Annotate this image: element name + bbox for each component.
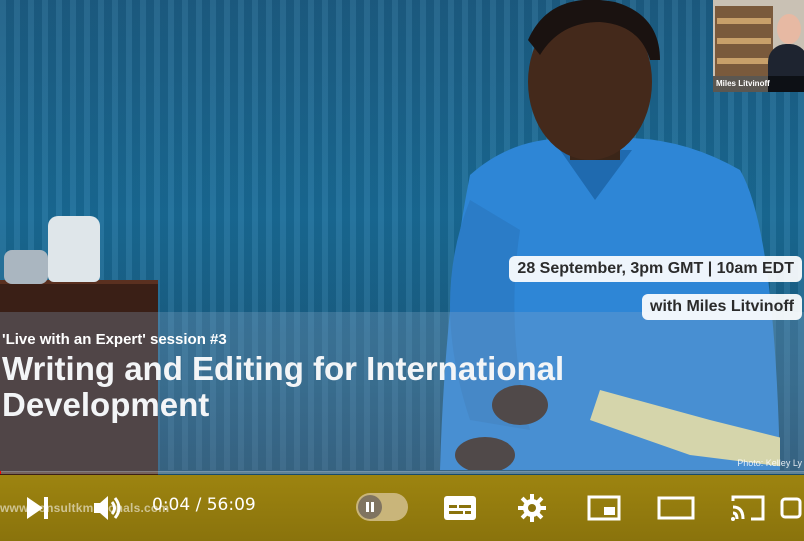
duration: 56:09 <box>206 495 256 515</box>
photo-credit: Photo: Kelley Ly <box>737 458 802 468</box>
autoplay-toggle[interactable] <box>356 493 408 521</box>
subtitles-icon <box>444 496 476 520</box>
miniplayer-button[interactable] <box>585 475 623 541</box>
theater-mode-button[interactable] <box>656 475 696 541</box>
speaker-thumbnail: Miles Litvinoff <box>713 0 804 92</box>
progress-fill <box>0 471 1 474</box>
time-separator: / <box>190 495 207 515</box>
speaker-name: Miles Litvinoff <box>713 76 804 92</box>
session-label: 'Live with an Expert' session #3 <box>2 331 227 348</box>
subtitles-button[interactable] <box>441 475 479 541</box>
jar <box>48 216 100 282</box>
presenter-label: with Miles Litvinoff <box>642 294 802 320</box>
video-frame[interactable]: 28 September, 3pm GMT | 10am EDT with Mi… <box>0 0 804 541</box>
gear-icon <box>518 494 546 522</box>
progress-bar[interactable] <box>0 471 804 474</box>
volume-icon <box>94 496 121 520</box>
current-time: 0:04 <box>152 495 191 515</box>
cast-button[interactable] <box>728 475 768 541</box>
fullscreen-button[interactable] <box>778 475 804 541</box>
time-display: 0:04 / 56:09 <box>152 495 256 515</box>
fullscreen-icon <box>780 497 802 519</box>
theater-mode-icon <box>657 496 695 520</box>
autoplay-toggle-icon <box>358 495 382 519</box>
miniplayer-icon <box>587 495 621 521</box>
player-controls: www.consultkmationals.com 0:04 / 56:09 <box>0 475 804 541</box>
tin <box>4 250 48 284</box>
settings-button[interactable] <box>514 475 550 541</box>
mute-button[interactable] <box>90 475 126 541</box>
speaker-face <box>777 14 801 44</box>
event-datetime: 28 September, 3pm GMT | 10am EDT <box>509 256 802 282</box>
next-icon <box>27 497 48 519</box>
next-button[interactable] <box>20 475 54 541</box>
cast-icon <box>731 495 765 521</box>
video-title: Writing and Editing for International De… <box>2 350 565 423</box>
